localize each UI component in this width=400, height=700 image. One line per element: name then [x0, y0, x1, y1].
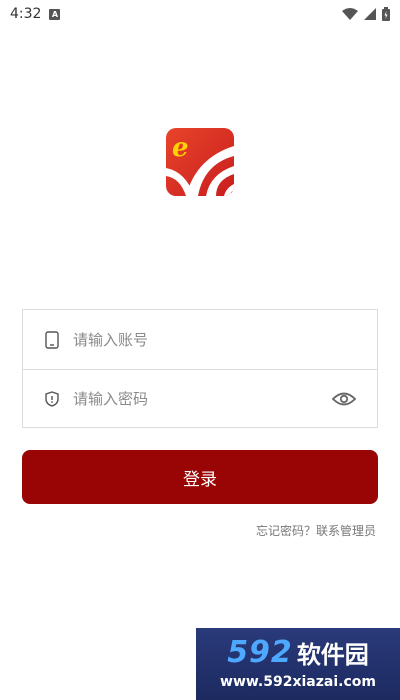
- battery-icon: [382, 7, 390, 21]
- shield-icon: [43, 390, 61, 408]
- signal-icon: [364, 8, 376, 20]
- eye-icon[interactable]: [331, 390, 357, 408]
- password-input[interactable]: [73, 370, 317, 428]
- phone-icon: [43, 330, 61, 349]
- status-time: 4:32: [10, 6, 42, 22]
- notification-icon: A: [49, 8, 61, 20]
- account-row: [23, 310, 377, 369]
- password-row: [23, 369, 377, 428]
- watermark-url: www.592xiazai.com: [220, 674, 376, 690]
- watermark-text: 软件园: [296, 640, 369, 669]
- forgot-password-link[interactable]: 忘记密码？联系管理员: [256, 522, 376, 539]
- watermark-number: 592: [227, 634, 293, 670]
- watermark-brand: 592 软件园: [196, 632, 400, 672]
- login-form: [22, 309, 378, 428]
- watermark-banner: 592 软件园 www.592xiazai.com: [196, 628, 400, 700]
- wifi-icon: [342, 8, 358, 20]
- account-input[interactable]: [73, 310, 317, 369]
- logo-letter: e: [172, 133, 189, 163]
- status-icons: [342, 7, 390, 21]
- login-button[interactable]: 登录: [22, 450, 378, 504]
- app-logo-icon: e: [166, 128, 234, 196]
- status-bar: 4:32 A: [0, 0, 400, 28]
